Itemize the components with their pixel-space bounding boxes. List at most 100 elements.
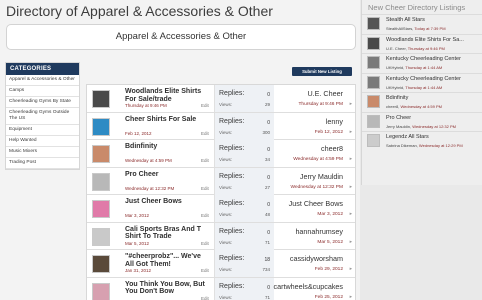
directory-list-item[interactable]: Bdinfinity cheer8, Wednesday at 4:59 PM (362, 92, 482, 112)
category-item-camps[interactable]: Camps (6, 86, 79, 97)
last-post-user[interactable]: cassidyworsham (290, 254, 343, 263)
last-post-user[interactable]: cartwheels&cupcakes (273, 282, 343, 291)
replies-label: Replies: (219, 145, 245, 152)
edit-link[interactable]: Edit (201, 103, 209, 108)
last-post-time: Mar 5, 2012 (317, 239, 343, 245)
directory-thumbnail[interactable] (367, 95, 380, 108)
listing-title[interactable]: Woodlands Elite Shirts For Sale/trade (125, 88, 205, 103)
edit-link[interactable]: Edit (201, 158, 209, 163)
category-item-gyms-outside-us[interactable]: Cheerleading Gyms Outside The US (6, 108, 79, 125)
listing-thumbnail[interactable] (92, 90, 110, 108)
replies-label: Replies: (219, 200, 245, 207)
directory-listing-meta: Jerry Mauldin, Wednesday at 12:32 PM (386, 123, 456, 129)
listing-thumbnail[interactable] (92, 200, 110, 218)
edit-link[interactable]: Edit (201, 213, 209, 218)
category-item-equipment[interactable]: Equipment (6, 125, 79, 136)
go-to-last-post-icon[interactable]: ▸ (350, 157, 352, 162)
listing-stats: Replies: 0 Views: 71 (214, 277, 274, 300)
listing-title[interactable]: Cali Sports Bras And T Shirt To Trade (125, 226, 205, 241)
directory-listing-name[interactable]: Legendz All Stars (386, 134, 429, 140)
directory-listing-user[interactable]: U.E. Cheer (386, 46, 406, 51)
listing-thumbnail[interactable] (92, 117, 110, 136)
directory-listing-name[interactable]: Kentucky Cheerleading Center (386, 76, 461, 82)
views-label: Views: (219, 184, 233, 190)
listing-thumbnail[interactable] (92, 172, 110, 191)
listing-title[interactable]: Bdinfinity (125, 143, 205, 151)
directory-thumbnail[interactable] (367, 17, 380, 30)
directory-listing-user[interactable]: cheer8 (386, 104, 398, 109)
directory-list-item[interactable]: Legendz All Stars Sabrina Dikeman, Wednes… (362, 131, 482, 151)
views-label: Views: (219, 239, 233, 245)
last-post-time: Feb 12, 2012 (314, 129, 343, 135)
go-to-last-post-icon[interactable]: ▸ (350, 102, 352, 107)
listing-thumbnail[interactable] (92, 227, 110, 246)
listing-title[interactable]: "#cheerprobz"... We've All Got Them! (125, 253, 205, 268)
edit-link[interactable]: Edit (201, 241, 209, 246)
directory-listing-time: Wednesday at 4:59 PM (400, 104, 442, 109)
listing-title[interactable]: Cheer Shirts For Sale (125, 116, 205, 124)
directory-list-item[interactable]: Pro Cheer Jerry Mauldin, Wednesday at 12:… (362, 111, 482, 132)
directory-thumbnail[interactable] (367, 114, 380, 128)
listing-stats: Replies: 0 Views: 300 (214, 112, 274, 140)
edit-link[interactable]: Edit (201, 268, 209, 273)
listing-thumbnail[interactable] (92, 255, 110, 273)
directory-listing-user[interactable]: UKHybrid (386, 85, 403, 90)
edit-link[interactable]: Edit (201, 131, 209, 136)
directory-list-item[interactable]: Stealth All Stars StealthAllStars, Today … (362, 14, 482, 34)
directory-listing-user[interactable]: StealthAllStars (386, 26, 412, 31)
directory-thumbnail[interactable] (367, 75, 380, 89)
replies-label: Replies: (219, 90, 245, 97)
listing-date: Feb 12, 2012 (125, 130, 152, 136)
directory-thumbnail[interactable] (367, 36, 380, 50)
last-post-user[interactable]: hannahrumsey (295, 227, 343, 236)
listing-title[interactable]: You Think You Bow, But You Don't Bow (125, 281, 205, 296)
directory-thumbnail[interactable] (367, 134, 380, 147)
go-to-last-post-icon[interactable]: ▸ (350, 185, 352, 190)
directory-listing-time: Wednesday at 12:32 PM (412, 123, 456, 129)
views-label: Views: (219, 294, 233, 300)
category-item-trading-post[interactable]: Trading Post (6, 158, 79, 169)
table-row[interactable]: Cali Sports Bras And T Shirt To Trade Mar… (87, 222, 355, 250)
directory-listing-user[interactable]: UKHybrid (386, 65, 403, 70)
directory-listing-name[interactable]: Kentucky Cheerleading Center (386, 56, 461, 62)
table-row[interactable]: Bdinfinity Wednesday at 4:59 PM Edit Replie… (87, 140, 355, 168)
directory-listing-name[interactable]: Woodlands Elite Shirts For Sa... (386, 37, 464, 43)
listing-title[interactable]: Pro Cheer (125, 171, 205, 179)
directory-listing-user[interactable]: Jerry Mauldin (386, 124, 410, 129)
go-to-last-post-icon[interactable]: ▸ (350, 212, 352, 217)
last-post-user[interactable]: Just Cheer Bows (289, 199, 343, 208)
directory-list-item[interactable]: Kentucky Cheerleading Center UKHybrid, Th… (362, 72, 482, 93)
edit-link[interactable]: Edit (201, 296, 209, 300)
listing-thumbnail[interactable] (92, 145, 110, 163)
listing-thumbnail[interactable] (92, 282, 110, 300)
directory-listing-name[interactable]: Bdinfinity (386, 95, 408, 101)
directory-listing-name[interactable]: Stealth All Stars (386, 17, 425, 23)
table-row[interactable]: Just Cheer Bows Mar 3, 2012 Edit Replies: 0 V… (87, 195, 355, 223)
directory-thumbnail[interactable] (367, 56, 380, 69)
category-item-help-wanted[interactable]: Help Wanted (6, 136, 79, 147)
submit-new-listing-button[interactable]: Submit New Listing (292, 67, 352, 76)
go-to-last-post-icon[interactable]: ▸ (350, 267, 352, 272)
go-to-last-post-icon[interactable]: ▸ (350, 295, 352, 300)
last-post-user[interactable]: Jerry Mauldin (300, 172, 343, 181)
table-row[interactable]: Pro Cheer Wednesday at 12:32 PM Edit Replie… (87, 167, 355, 195)
edit-link[interactable]: Edit (201, 186, 209, 191)
listing-title[interactable]: Just Cheer Bows (125, 198, 205, 206)
directory-list-item[interactable]: Woodlands Elite Shirts For Sa... U.E. Che… (362, 33, 482, 54)
table-row[interactable]: You Think You Bow, But You Don't Bow Edit… (87, 277, 355, 300)
go-to-last-post-icon[interactable]: ▸ (350, 240, 352, 245)
table-row[interactable]: Woodlands Elite Shirts For Sale/trade Thu… (87, 85, 355, 113)
category-item-gyms-by-state[interactable]: Cheerleading Gyms By State (6, 97, 79, 108)
last-post-user[interactable]: lenny (326, 117, 343, 126)
directory-list-item[interactable]: Kentucky Cheerleading Center UKHybrid, Th… (362, 53, 482, 73)
category-item-music-mixers[interactable]: Music Mixers (6, 147, 79, 158)
table-row[interactable]: "#cheerprobz"... We've All Got Them! Jan … (87, 250, 355, 278)
table-row[interactable]: Cheer Shirts For Sale Feb 12, 2012 Edit Rep… (87, 112, 355, 140)
category-item-apparel[interactable]: Apparel & Accessories & Other (6, 75, 79, 86)
go-to-last-post-icon[interactable]: ▸ (350, 130, 352, 135)
last-post-user[interactable]: U.E. Cheer (307, 89, 343, 98)
directory-listing-name[interactable]: Pro Cheer (386, 115, 411, 121)
last-post-user[interactable]: cheer8 (321, 144, 343, 153)
listing-date: Jan 31, 2012 (125, 268, 152, 273)
directory-listing-user[interactable]: Sabrina Dikeman (386, 143, 417, 148)
